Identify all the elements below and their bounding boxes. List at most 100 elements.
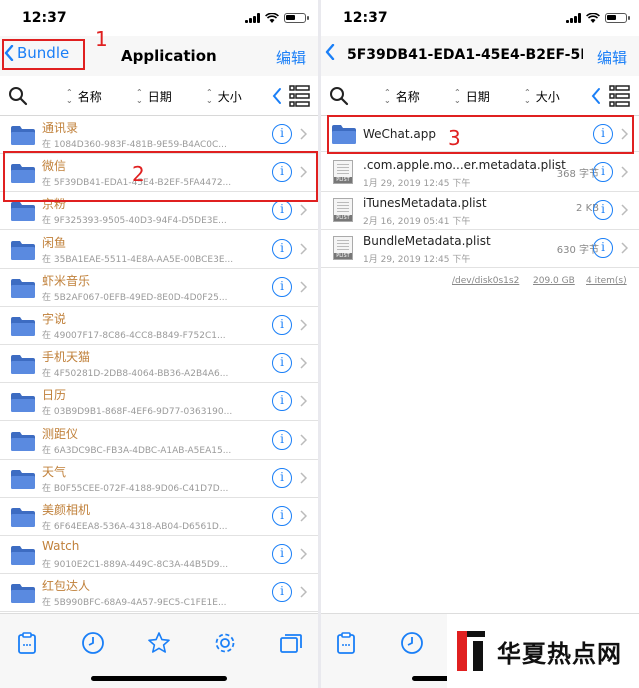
sort-name-label: 名称	[395, 90, 420, 104]
info-icon[interactable]: i	[272, 315, 292, 335]
clock-icon[interactable]	[400, 631, 424, 655]
status-bar: 12:37	[0, 0, 318, 36]
back-button[interactable]	[325, 44, 338, 60]
folder-path: 在 9F325393-9505-40D3-94F4-D5DE3E...	[42, 216, 227, 227]
app-folder-row[interactable]: 测距仪在 6A3DC9BC-FB3A-4DBC-A1AB-A5EA15... i	[0, 422, 318, 460]
app-folder-row[interactable]: 闲鱼在 35BA1EAE-5511-4E8A-AA5E-00BCE3E... i	[0, 231, 318, 269]
app-folder-row[interactable]: Watch 在 9010E2C1-889A-449C-8C3A-44B5D9...…	[0, 536, 318, 575]
sort-toolbar: ⌃ ⌄ 名称 ⌃ ⌄ 日期 ⌃ ⌄ 大小	[0, 78, 318, 116]
chevron-right-icon	[621, 204, 628, 216]
info-icon[interactable]: i	[272, 276, 292, 297]
annotation-number-3: 3	[448, 126, 461, 150]
annotation-box-wechat	[3, 151, 318, 202]
app-folder-row[interactable]: 日历在 03B9D9B1-868F-4EF6-9D77-0363190... i	[0, 383, 318, 422]
sort-by-name-button[interactable]: ⌃ ⌄ 名称	[384, 88, 420, 105]
search-icon[interactable]	[329, 86, 349, 106]
folder-icon	[11, 278, 35, 298]
app-folder-row[interactable]: 通讯录在 1084D360-983F-481B-9E59-B4AC0C... i	[0, 116, 318, 154]
folder-icon	[11, 240, 35, 260]
status-time: 12:37	[22, 10, 67, 26]
file-row[interactable]: PLIST iTunesMetadata.plist 2月 16, 2019 05:…	[321, 192, 639, 230]
info-icon[interactable]: i	[272, 124, 292, 144]
folder-icon	[11, 431, 35, 451]
chevron-right-icon	[300, 395, 307, 407]
folder-icon	[11, 317, 35, 336]
chevron-right-icon	[300, 510, 307, 522]
app-folder-row[interactable]: 天气在 B0F55CEE-072F-4188-9D06-C41D7D... i	[0, 460, 318, 498]
edit-button[interactable]: 编辑	[597, 47, 627, 68]
sort-by-date-button[interactable]: ⌃ ⌄ 日期	[136, 88, 172, 105]
sort-by-size-button[interactable]: ⌃ ⌄ 大小	[206, 88, 242, 105]
info-icon[interactable]: i	[272, 506, 292, 526]
chevron-right-icon	[300, 586, 307, 598]
info-icon[interactable]: i	[272, 238, 292, 259]
sort-by-size-button[interactable]: ⌃ ⌄ 大小	[524, 88, 560, 105]
edit-button[interactable]: 编辑	[276, 47, 306, 68]
sort-arrows-icon: ⌃ ⌄	[206, 87, 213, 105]
signal-icon	[566, 13, 581, 23]
signal-icon	[245, 13, 260, 23]
app-folder-row[interactable]: 红包达人在 5B990BFC-68A9-4A57-9EC5-C1FE1E... i	[0, 574, 318, 613]
windows-icon[interactable]	[279, 631, 303, 655]
folder-name: 手机天猫	[42, 350, 91, 365]
clipboard-icon[interactable]	[15, 631, 39, 655]
annotation-box-back	[2, 39, 85, 70]
device-path-link[interactable]: /dev/disk0s1s2	[452, 276, 519, 286]
info-icon[interactable]: i	[593, 200, 613, 220]
file-date: 1月 29, 2019 12:45 下午	[363, 179, 471, 189]
info-icon[interactable]: i	[272, 200, 292, 221]
info-icon[interactable]: i	[272, 353, 292, 374]
sort-by-date-button[interactable]: ⌃ ⌄ 日期	[454, 88, 490, 105]
file-name: BundleMetadata.plist	[363, 234, 491, 248]
chevron-left-icon[interactable]	[272, 87, 282, 105]
sort-arrows-icon: ⌃ ⌄	[384, 87, 391, 105]
search-icon[interactable]	[8, 86, 28, 106]
folder-name: 虾米音乐	[42, 273, 91, 288]
app-folder-row[interactable]: 字说在 49007F17-8C86-4CC8-B849-F752C1... i	[0, 307, 318, 345]
page-title: 5F39DB41-EDA1-45E4-B2EF-5F...	[347, 47, 583, 63]
file-name: iTunesMetadata.plist	[363, 196, 487, 210]
clock-icon[interactable]	[81, 631, 105, 655]
info-icon[interactable]: i	[593, 162, 613, 182]
app-folder-row[interactable]: 手机天猫在 4F50281D-2DB8-4064-BB36-A2B4A6... i	[0, 345, 318, 384]
sort-name-label: 名称	[77, 90, 102, 104]
chevron-right-icon	[300, 204, 307, 216]
info-icon[interactable]: i	[272, 582, 292, 603]
clipboard-icon[interactable]	[334, 631, 358, 655]
gear-icon[interactable]	[213, 631, 237, 655]
info-icon[interactable]: i	[272, 429, 292, 450]
chevron-left-icon[interactable]	[591, 87, 601, 105]
watermark-text: 华夏热点网	[497, 639, 622, 668]
folder-icon	[11, 355, 35, 375]
info-icon[interactable]: i	[272, 467, 292, 488]
file-date: 2月 16, 2019 05:41 下午	[363, 217, 471, 227]
folder-path: 在 03B9D9B1-868F-4EF6-9D77-0363190...	[42, 407, 233, 418]
nav-bar: 5F39DB41-EDA1-45E4-B2EF-5F... 编辑	[321, 36, 639, 76]
file-row[interactable]: PLIST .com.apple.mo...er.metadata.plist 1月…	[321, 154, 639, 192]
sort-size-label: 大小	[217, 90, 242, 104]
chevron-right-icon	[300, 281, 307, 293]
app-folder-row[interactable]: 美颜相机在 6F64EEA8-536A-4318-AB04-D6561D... i	[0, 498, 318, 536]
list-view-icon[interactable]	[609, 85, 630, 107]
watermark-logo-icon	[453, 627, 489, 675]
sort-arrows-icon: ⌃ ⌄	[66, 87, 73, 105]
folder-path: 在 5B990BFC-68A9-4A57-9EC5-C1FE1E...	[42, 598, 227, 609]
right-screen: 12:37 5F39DB41-EDA1-45E4-B2EF-5F... 编辑 ⌃…	[321, 0, 639, 688]
sort-by-name-button[interactable]: ⌃ ⌄ 名称	[66, 88, 102, 105]
folder-name: 字说	[42, 312, 67, 326]
file-row[interactable]: PLIST BundleMetadata.plist 1月 29, 2019 12:…	[321, 230, 639, 268]
info-icon[interactable]: i	[272, 544, 292, 565]
folder-icon	[11, 202, 35, 222]
folder-path: 在 5B2AF067-0EFB-49ED-8E0D-4D0F25...	[42, 292, 228, 303]
app-folder-row[interactable]: 虾米音乐在 5B2AF067-0EFB-49ED-8E0D-4D0F25... i	[0, 269, 318, 307]
list-view-icon[interactable]	[289, 85, 310, 107]
info-icon[interactable]: i	[272, 391, 292, 412]
chevron-right-icon	[300, 548, 307, 560]
folder-icon	[11, 469, 35, 489]
sort-date-label: 日期	[147, 90, 172, 104]
star-icon[interactable]	[147, 631, 171, 655]
folder-path: 在 35BA1EAE-5511-4E8A-AA5E-00BCE3E...	[42, 254, 234, 265]
item-count-link[interactable]: 4 item(s)	[586, 276, 627, 286]
capacity-link[interactable]: 209.0 GB	[533, 276, 575, 286]
info-icon[interactable]: i	[593, 238, 613, 258]
